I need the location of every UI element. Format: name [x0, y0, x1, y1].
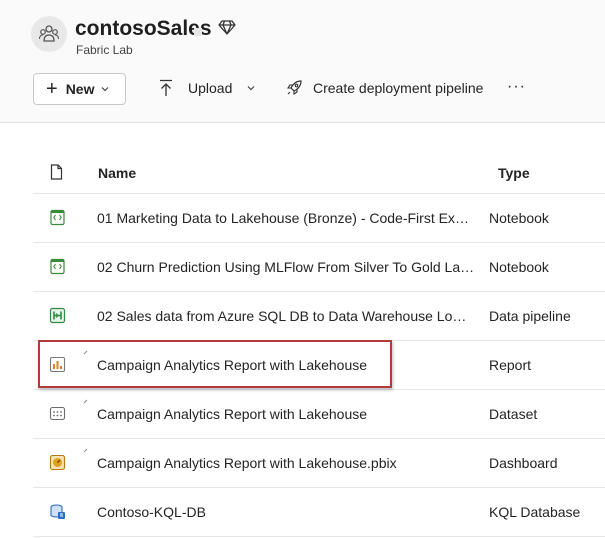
item-type: Notebook — [489, 259, 549, 275]
table-row[interactable]: Campaign Analytics Report with Lakehouse… — [33, 341, 605, 390]
item-type: KQL Database — [489, 504, 581, 520]
table-row[interactable]: Contoso-KQL-DB KQL Database — [33, 488, 605, 537]
table-row[interactable]: Campaign Analytics Report with Lakehouse… — [33, 439, 605, 488]
upload-button[interactable]: Upload — [158, 79, 256, 97]
item-name[interactable]: Contoso-KQL-DB — [97, 504, 475, 520]
workspace-header: contosoSales Fabric Lab + New Upload Cre… — [0, 0, 605, 123]
more-options-button[interactable]: ··· — [507, 78, 526, 96]
type-column-header[interactable]: Type — [498, 165, 530, 181]
plus-icon: + — [46, 78, 58, 100]
workspace-icon — [31, 16, 67, 52]
endorsement-mark-icon — [83, 399, 88, 404]
create-deployment-pipeline-button[interactable]: Create deployment pipeline — [286, 79, 483, 96]
table-row[interactable]: 02 Churn Prediction Using MLFlow From Si… — [33, 243, 605, 292]
item-type: Dataset — [489, 406, 538, 422]
item-name[interactable]: Campaign Analytics Report with Lakehouse — [97, 357, 475, 373]
item-name[interactable]: Campaign Analytics Report with Lakehouse… — [97, 455, 475, 471]
upload-button-label: Upload — [188, 80, 233, 96]
item-type: Notebook — [489, 210, 549, 226]
endorsement-mark-icon — [83, 350, 88, 355]
rocket-icon — [286, 80, 302, 96]
item-name[interactable]: 01 Marketing Data to Lakehouse (Bronze) … — [97, 210, 475, 226]
table-row[interactable]: 01 Marketing Data to Lakehouse (Bronze) … — [33, 194, 605, 243]
item-type: Dashboard — [489, 455, 558, 471]
item-type: Report — [489, 357, 532, 373]
endorsement-mark-icon — [83, 448, 88, 453]
workspace-title: contosoSales — [75, 17, 212, 40]
new-button-label: New — [65, 81, 95, 97]
table-row[interactable]: Campaign Analytics Report with Lakehouse… — [33, 390, 605, 439]
upload-icon — [160, 79, 172, 96]
item-name[interactable]: Campaign Analytics Report with Lakehouse — [97, 406, 475, 422]
title-decoration — [194, 28, 202, 36]
data-pipeline-icon — [49, 307, 66, 324]
item-name[interactable]: 02 Churn Prediction Using MLFlow From Si… — [97, 259, 475, 275]
item-type: Data pipeline — [489, 308, 571, 324]
new-button[interactable]: + New — [33, 73, 126, 105]
file-header-icon — [50, 164, 63, 180]
report-icon — [49, 356, 66, 373]
notebook-icon — [50, 209, 65, 226]
premium-diamond-icon — [218, 20, 236, 35]
kql-database-icon — [50, 504, 65, 519]
dataset-icon — [49, 406, 66, 421]
notebook-icon — [50, 258, 65, 275]
table-row[interactable]: 02 Sales data from Azure SQL DB to Data … — [33, 292, 605, 341]
workspace-subtitle: Fabric Lab — [76, 43, 133, 57]
dashboard-icon — [49, 454, 66, 471]
name-column-header[interactable]: Name — [98, 165, 136, 181]
item-name[interactable]: 02 Sales data from Azure SQL DB to Data … — [97, 308, 475, 324]
chevron-down-icon — [102, 87, 109, 92]
chevron-down-icon — [247, 86, 255, 91]
deploy-button-label: Create deployment pipeline — [313, 79, 484, 96]
